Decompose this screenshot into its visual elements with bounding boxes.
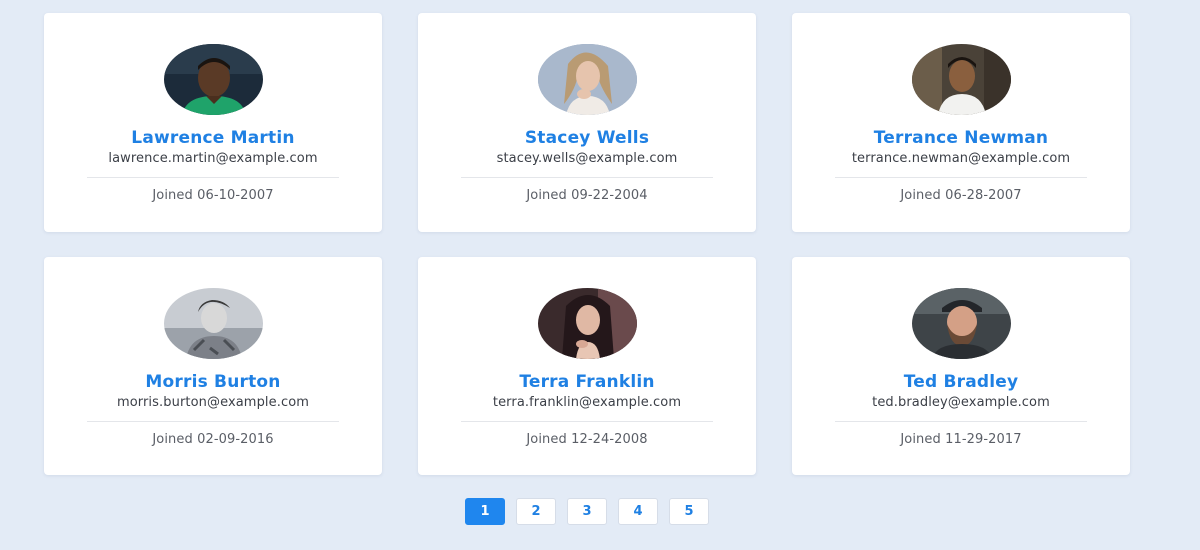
user-card[interactable]: Lawrence Martin lawrence.martin@example.… — [44, 13, 382, 232]
pagination: 1 2 3 4 5 — [465, 498, 709, 525]
user-name[interactable]: Stacey Wells — [525, 127, 649, 149]
divider — [835, 421, 1087, 422]
avatar — [163, 44, 263, 115]
user-email: terrance.newman@example.com — [851, 151, 1071, 166]
joined-date: Joined 06-28-2007 — [900, 188, 1022, 203]
user-photo-icon — [911, 288, 1011, 359]
user-card[interactable]: Morris Burton morris.burton@example.com … — [44, 257, 382, 475]
avatar — [537, 288, 637, 359]
user-name[interactable]: Lawrence Martin — [131, 127, 294, 149]
joined-date: Joined 09-22-2004 — [526, 188, 648, 203]
user-directory-page: Lawrence Martin lawrence.martin@example.… — [0, 0, 1200, 550]
avatar — [537, 44, 637, 115]
page-button-1[interactable]: 1 — [465, 498, 505, 525]
user-email: ted.bradley@example.com — [872, 395, 1050, 410]
user-email: lawrence.martin@example.com — [108, 151, 318, 166]
user-photo-icon — [163, 44, 263, 115]
page-button-4[interactable]: 4 — [618, 498, 658, 525]
page-button-5[interactable]: 5 — [669, 498, 709, 525]
user-card[interactable]: Terrance Newman terrance.newman@example.… — [792, 13, 1130, 232]
page-button-2[interactable]: 2 — [516, 498, 556, 525]
user-card[interactable]: Stacey Wells stacey.wells@example.com Jo… — [418, 13, 756, 232]
avatar — [163, 288, 263, 359]
user-name[interactable]: Terra Franklin — [519, 371, 654, 393]
user-card[interactable]: Terra Franklin terra.franklin@example.co… — [418, 257, 756, 475]
joined-date: Joined 11-29-2017 — [900, 432, 1022, 447]
user-card[interactable]: Ted Bradley ted.bradley@example.com Join… — [792, 257, 1130, 475]
joined-date: Joined 06-10-2007 — [152, 188, 274, 203]
divider — [461, 177, 713, 178]
divider — [835, 177, 1087, 178]
user-name[interactable]: Morris Burton — [145, 371, 280, 393]
joined-date: Joined 12-24-2008 — [526, 432, 648, 447]
avatar — [911, 44, 1011, 115]
user-name[interactable]: Ted Bradley — [904, 371, 1019, 393]
user-photo-icon — [537, 288, 637, 359]
user-email: terra.franklin@example.com — [492, 395, 682, 410]
avatar — [911, 288, 1011, 359]
joined-date: Joined 02-09-2016 — [152, 432, 274, 447]
user-name[interactable]: Terrance Newman — [874, 127, 1049, 149]
user-photo-icon — [163, 288, 263, 359]
divider — [87, 421, 339, 422]
user-email: morris.burton@example.com — [116, 395, 310, 410]
divider — [87, 177, 339, 178]
divider — [461, 421, 713, 422]
user-card-grid: Lawrence Martin lawrence.martin@example.… — [44, 13, 1130, 475]
user-email: stacey.wells@example.com — [496, 151, 678, 166]
user-photo-icon — [911, 44, 1011, 115]
user-photo-icon — [537, 44, 637, 115]
page-button-3[interactable]: 3 — [567, 498, 607, 525]
